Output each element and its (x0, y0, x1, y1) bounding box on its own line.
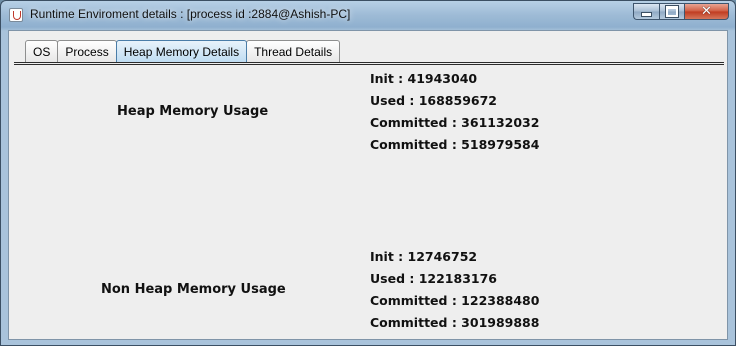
tab-os[interactable]: OS (25, 40, 59, 62)
close-icon: ✕ (701, 4, 712, 19)
heap-committed-value: Committed : 361132032 (370, 115, 540, 130)
minimize-button[interactable] (633, 3, 659, 20)
tab-process[interactable]: Process (57, 40, 117, 62)
window-title: Runtime Enviroment details : [process id… (30, 7, 351, 21)
tab-divider (14, 62, 724, 65)
app-window: Runtime Enviroment details : [process id… (0, 0, 736, 346)
close-button[interactable]: ✕ (684, 3, 729, 20)
content-panel: OS Process Heap Memory Details Thread De… (8, 30, 728, 340)
non-heap-memory-usage-label: Non Heap Memory Usage (101, 282, 286, 297)
java-app-icon[interactable] (9, 8, 23, 22)
non-heap-max-value: Committed : 301989888 (370, 315, 540, 330)
non-heap-used-value: Used : 122183176 (370, 271, 497, 286)
tab-strip: OS Process Heap Memory Details Thread De… (25, 40, 341, 62)
heap-max-value: Committed : 518979584 (370, 137, 540, 152)
window-controls: ✕ (633, 3, 729, 21)
tab-heap-memory-details[interactable]: Heap Memory Details (115, 40, 248, 62)
maximize-button[interactable] (659, 3, 684, 20)
title-bar[interactable]: Runtime Enviroment details : [process id… (1, 1, 735, 29)
maximize-icon (665, 5, 679, 18)
non-heap-init-value: Init : 12746752 (370, 249, 478, 264)
heap-init-value: Init : 41943040 (370, 71, 478, 86)
minimize-icon (641, 12, 652, 17)
heap-used-value: Used : 168859672 (370, 93, 497, 108)
tab-thread-details[interactable]: Thread Details (246, 40, 341, 62)
heap-memory-usage-label: Heap Memory Usage (117, 104, 269, 119)
non-heap-committed-value: Committed : 122388480 (370, 293, 540, 308)
